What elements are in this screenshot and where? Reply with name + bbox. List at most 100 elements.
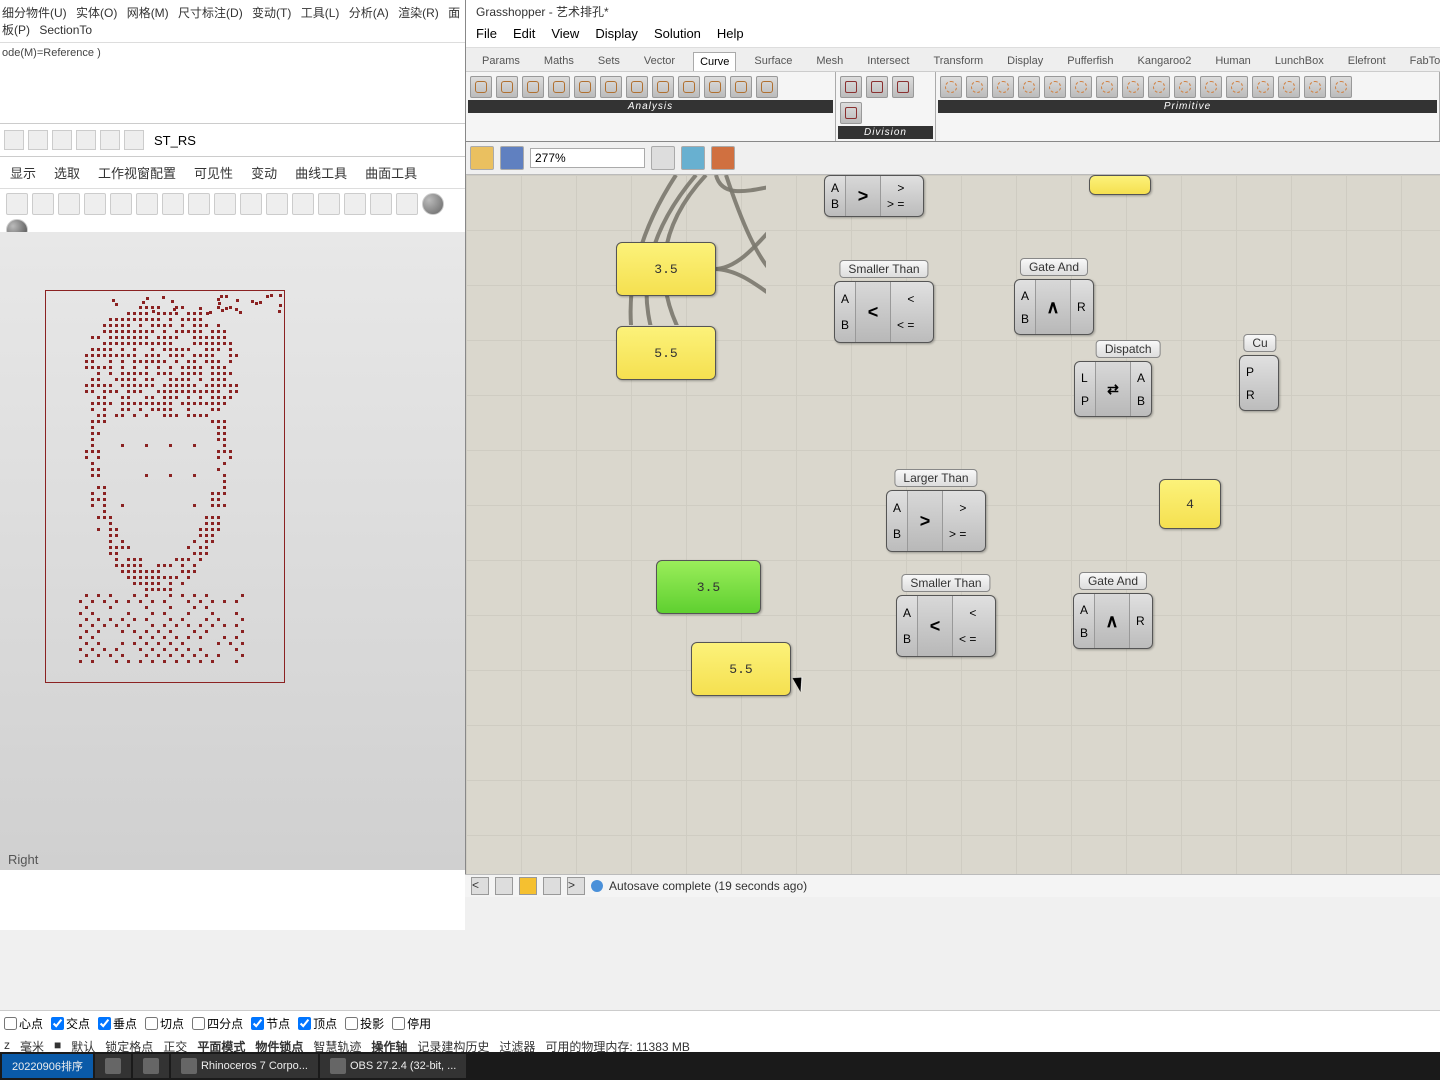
ribbon-icon[interactable] xyxy=(1018,76,1040,98)
menu-edit[interactable]: Edit xyxy=(513,26,535,45)
smaller-than-component[interactable]: Smaller Than AB < << = xyxy=(896,595,996,657)
ribbon-icon[interactable] xyxy=(992,76,1014,98)
preview-icon[interactable] xyxy=(681,146,705,170)
ribbon-icon[interactable] xyxy=(496,76,518,98)
cull-component[interactable]: Cu PR xyxy=(1239,355,1279,411)
dispatch-component[interactable]: Dispatch LP ⇄ AB xyxy=(1074,361,1152,417)
tab-viewport[interactable]: 工作视窗配置 xyxy=(98,163,176,182)
tab-display[interactable]: Display xyxy=(1001,52,1049,71)
tool-icon[interactable] xyxy=(214,193,236,215)
number-panel[interactable] xyxy=(1089,175,1151,195)
ribbon-icon[interactable] xyxy=(840,102,862,124)
ribbon-icon[interactable] xyxy=(652,76,674,98)
ribbon-icon[interactable] xyxy=(1278,76,1300,98)
gate-and-component[interactable]: Gate And AB ∧ R xyxy=(1014,279,1094,335)
ribbon-icon[interactable] xyxy=(1330,76,1352,98)
ribbon-icon[interactable] xyxy=(1096,76,1118,98)
open-icon[interactable] xyxy=(470,146,494,170)
osnap-交点[interactable]: 交点 xyxy=(51,1015,90,1032)
osnap-停用[interactable]: 停用 xyxy=(392,1015,431,1032)
render-mode-icon[interactable] xyxy=(422,193,444,215)
tab-display[interactable]: 显示 xyxy=(10,163,36,182)
ribbon-icon[interactable] xyxy=(470,76,492,98)
tool-icon[interactable] xyxy=(84,193,106,215)
ribbon-icon[interactable] xyxy=(1148,76,1170,98)
osnap-切点[interactable]: 切点 xyxy=(145,1015,184,1032)
tool-icon[interactable] xyxy=(240,193,262,215)
tool-icon[interactable] xyxy=(58,193,80,215)
osnap-四分点[interactable]: 四分点 xyxy=(192,1015,243,1032)
osnap-投影[interactable]: 投影 xyxy=(345,1015,384,1032)
ribbon-icon[interactable] xyxy=(1226,76,1248,98)
tab-sets[interactable]: Sets xyxy=(592,52,626,71)
ribbon-icon[interactable] xyxy=(678,76,700,98)
toolbar-icon[interactable] xyxy=(124,130,144,150)
tab-pufferfish[interactable]: Pufferfish xyxy=(1061,52,1119,71)
nav-right-icon[interactable]: > xyxy=(567,877,585,895)
toolbar-icon[interactable] xyxy=(4,130,24,150)
tab-params[interactable]: Params xyxy=(476,52,526,71)
toolbar-icon[interactable] xyxy=(76,130,96,150)
taskbar-item[interactable]: OBS 27.2.4 (32-bit, ... xyxy=(320,1054,466,1078)
zoom-input[interactable] xyxy=(530,148,645,168)
menu-view[interactable]: View xyxy=(551,26,579,45)
tab-kangaroo[interactable]: Kangaroo2 xyxy=(1132,52,1198,71)
tool-icon[interactable] xyxy=(318,193,340,215)
menu-item[interactable]: 实体(O) xyxy=(76,6,117,20)
menu-solution[interactable]: Solution xyxy=(654,26,701,45)
number-panel[interactable]: 5.5 xyxy=(616,326,716,380)
gate-and-component[interactable]: Gate And AB ∧ R xyxy=(1073,593,1153,649)
osnap-节点[interactable]: 节点 xyxy=(251,1015,290,1032)
ribbon-icon[interactable] xyxy=(966,76,988,98)
ribbon-icon[interactable] xyxy=(522,76,544,98)
ribbon-icon[interactable] xyxy=(1070,76,1092,98)
ribbon-icon[interactable] xyxy=(940,76,962,98)
menu-item[interactable]: 网格(M) xyxy=(127,6,169,20)
ribbon-icon[interactable] xyxy=(1252,76,1274,98)
tab-human[interactable]: Human xyxy=(1209,52,1256,71)
taskbar-item[interactable] xyxy=(95,1054,131,1078)
ribbon-icon[interactable] xyxy=(548,76,570,98)
tab-vector[interactable]: Vector xyxy=(638,52,681,71)
markov-icon[interactable] xyxy=(519,877,537,895)
menu-item[interactable]: 渲染(R) xyxy=(398,6,439,20)
ribbon-icon[interactable] xyxy=(866,76,888,98)
gh-canvas[interactable]: AB > >> = 3.5 5.5 3.5 5.5 4 Smaller Than… xyxy=(466,175,1440,895)
ribbon-icon[interactable] xyxy=(730,76,752,98)
tool-icon[interactable] xyxy=(292,193,314,215)
ribbon-icon[interactable] xyxy=(626,76,648,98)
tab-fabtools[interactable]: FabToo xyxy=(1404,52,1440,71)
ribbon-icon[interactable] xyxy=(1044,76,1066,98)
ribbon-icon[interactable] xyxy=(756,76,778,98)
rhino-command-line[interactable]: ode(M)=Reference ) xyxy=(0,43,465,63)
compass-icon[interactable] xyxy=(495,877,513,895)
tab-curve-tools[interactable]: 曲线工具 xyxy=(295,163,347,182)
number-panel[interactable]: 4 xyxy=(1159,479,1221,529)
tool-icon[interactable] xyxy=(266,193,288,215)
larger-than-component[interactable]: Larger Than AB > >> = xyxy=(886,490,986,552)
ribbon-icon[interactable] xyxy=(1174,76,1196,98)
ribbon-icon[interactable] xyxy=(892,76,914,98)
ribbon-icon[interactable] xyxy=(574,76,596,98)
tool-icon[interactable] xyxy=(188,193,210,215)
rhino-viewport[interactable]: Right xyxy=(0,232,465,870)
menu-item[interactable]: 分析(A) xyxy=(349,6,389,20)
menu-item[interactable]: SectionTo xyxy=(39,23,92,37)
ribbon-icon[interactable] xyxy=(840,76,862,98)
tab-intersect[interactable]: Intersect xyxy=(861,52,915,71)
save-icon[interactable] xyxy=(500,146,524,170)
tab-visibility[interactable]: 可见性 xyxy=(194,163,233,182)
menu-file[interactable]: File xyxy=(476,26,497,45)
ribbon-icon[interactable] xyxy=(1122,76,1144,98)
menu-item[interactable]: 细分物件(U) xyxy=(2,6,67,20)
tab-lunchbox[interactable]: LunchBox xyxy=(1269,52,1330,71)
viewport-label[interactable]: Right xyxy=(8,852,38,867)
tool-icon[interactable] xyxy=(344,193,366,215)
osnap-顶点[interactable]: 顶点 xyxy=(298,1015,337,1032)
cluster-icon[interactable] xyxy=(543,877,561,895)
toolbar-icon[interactable] xyxy=(100,130,120,150)
taskbar-item[interactable]: 20220906排序 xyxy=(2,1054,93,1078)
toolbar-icon[interactable] xyxy=(28,130,48,150)
tool-icon[interactable] xyxy=(396,193,418,215)
ribbon-icon[interactable] xyxy=(1200,76,1222,98)
